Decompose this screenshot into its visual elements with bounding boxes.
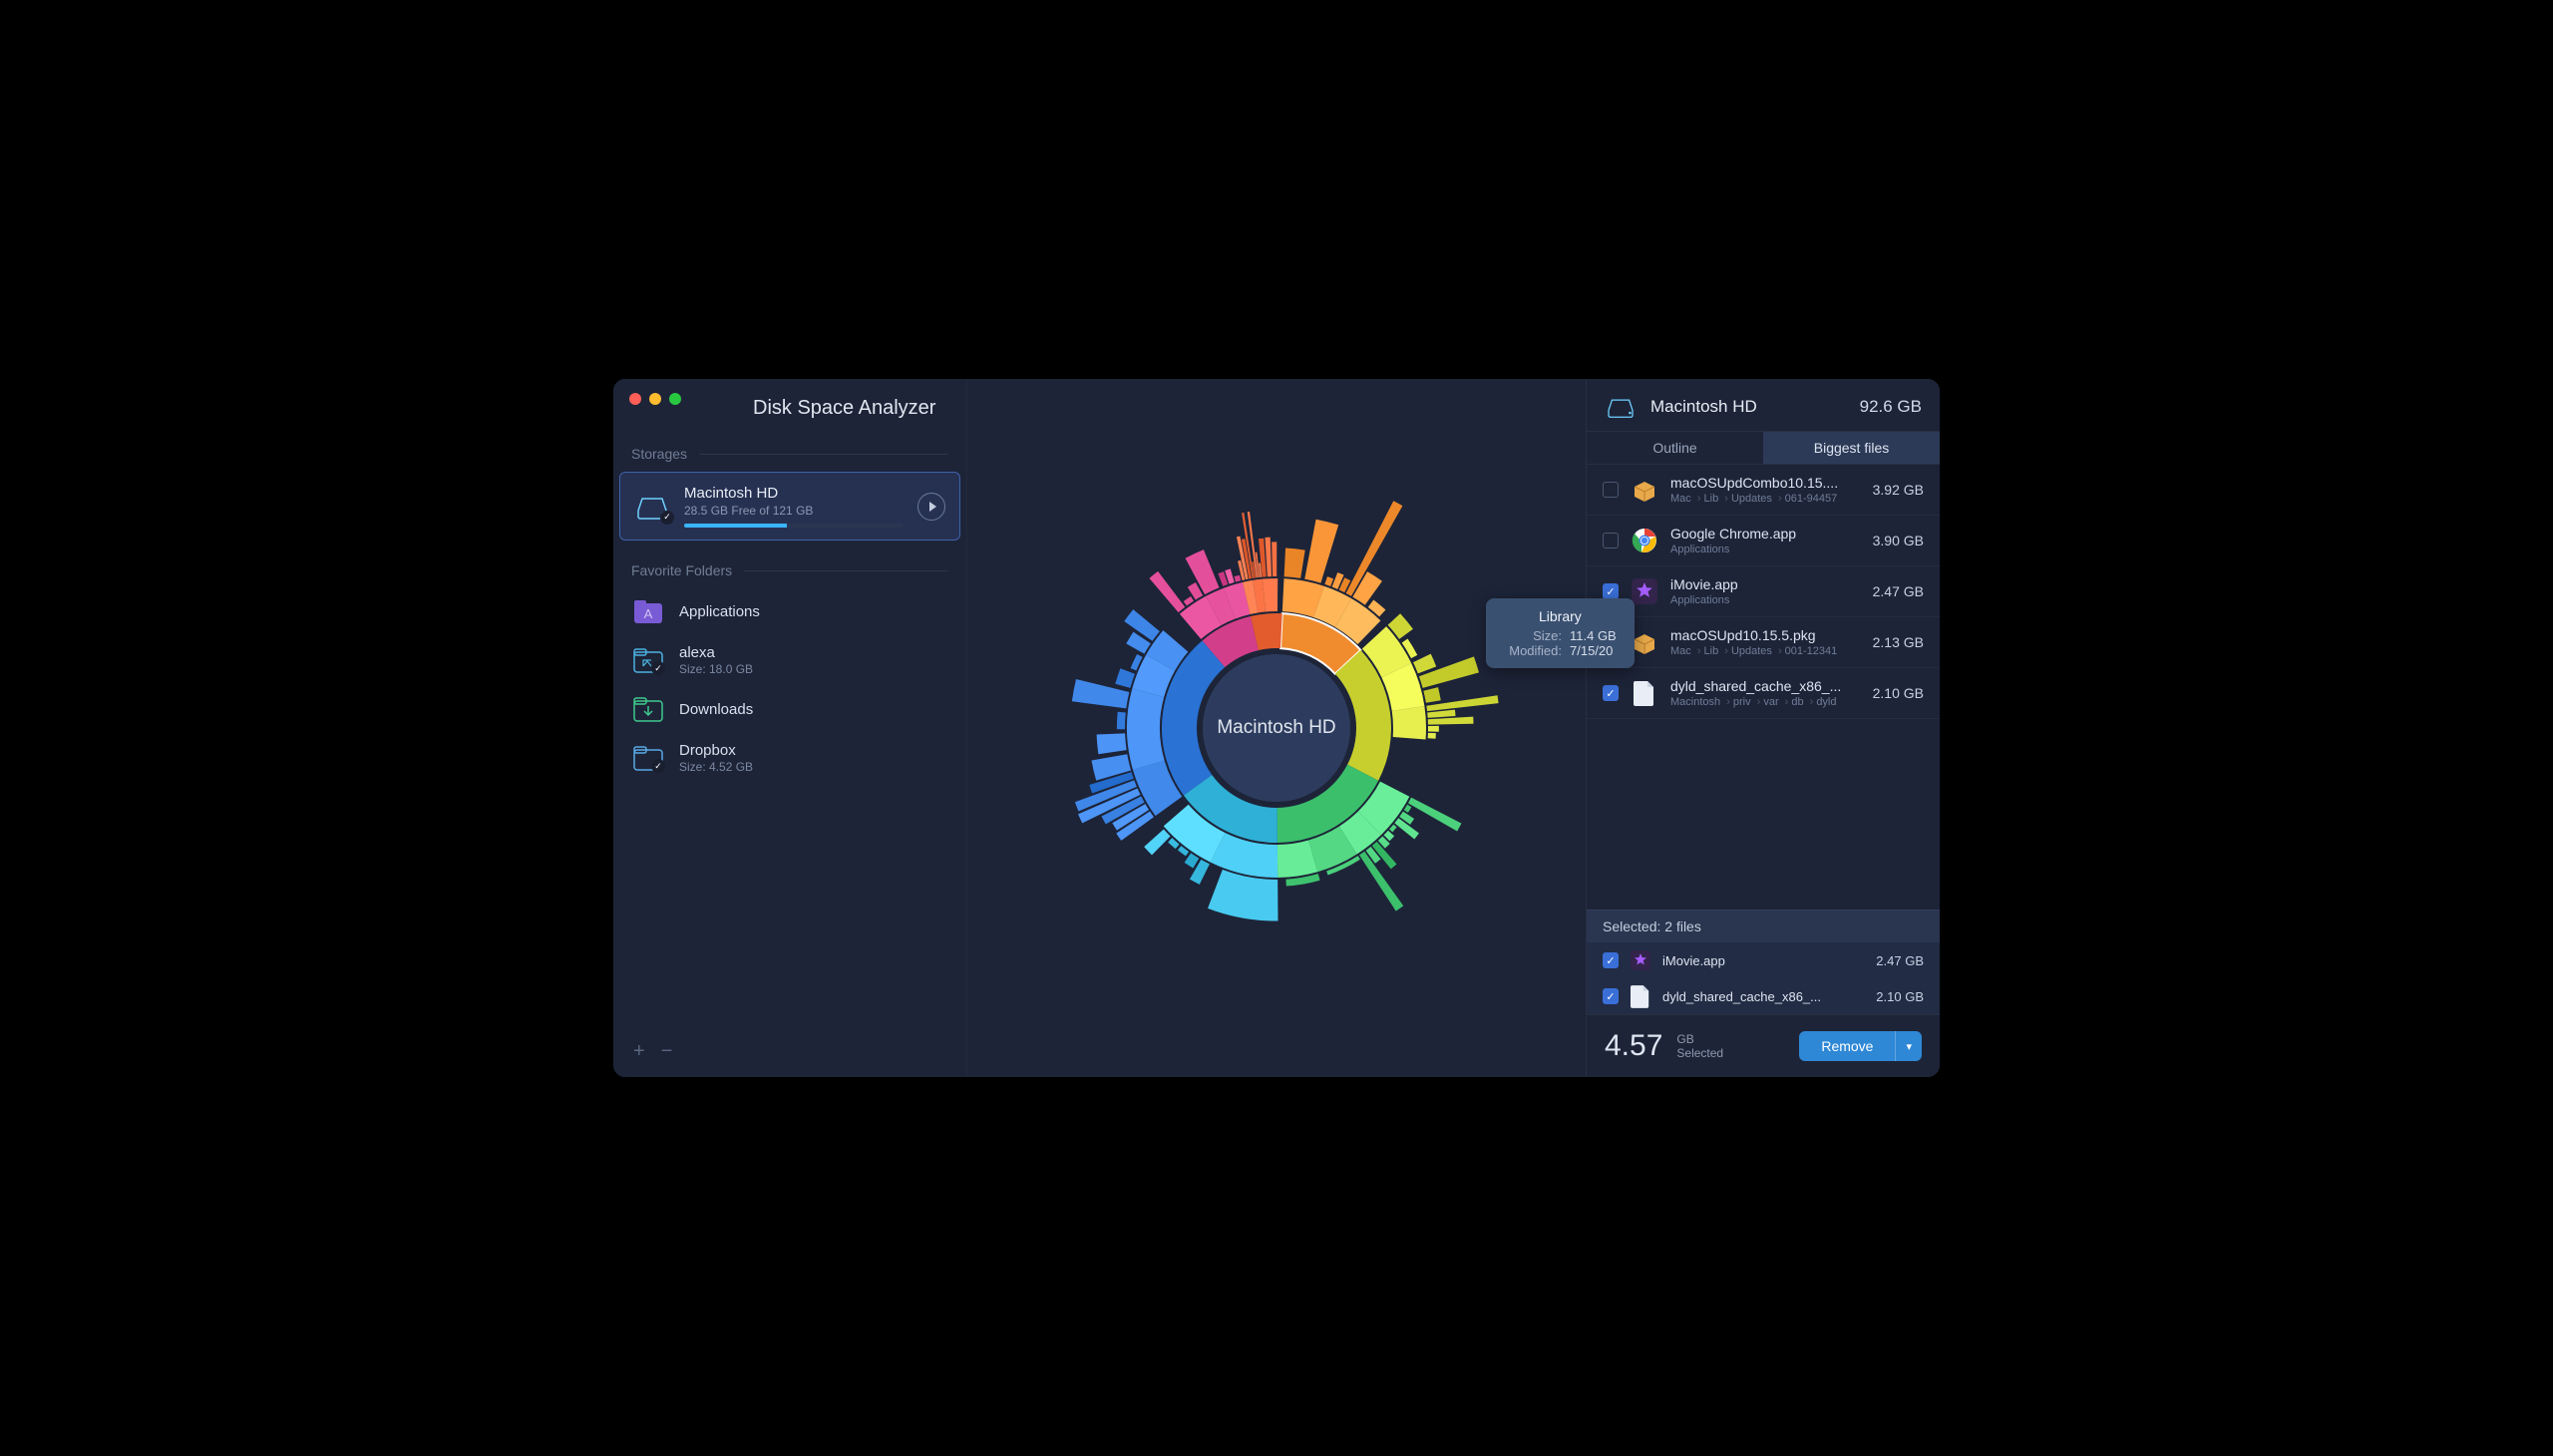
window-controls bbox=[629, 393, 681, 405]
tab-outline[interactable]: Outline bbox=[1587, 432, 1763, 464]
storage-usage-bar bbox=[684, 524, 904, 528]
add-favorite-button[interactable]: + bbox=[633, 1040, 645, 1063]
remove-button-group: Remove ▾ bbox=[1799, 1031, 1922, 1061]
remove-button[interactable]: Remove bbox=[1799, 1031, 1895, 1061]
app-window: Disk Space Analyzer Storages Macintosh H… bbox=[613, 379, 1940, 1077]
remove-favorite-button[interactable]: − bbox=[661, 1040, 673, 1063]
chart-area: Macintosh HD Library Size: 11.4 GB Modif… bbox=[967, 379, 1586, 1077]
favorite-name: Dropbox bbox=[679, 742, 753, 759]
folder-icon bbox=[633, 647, 663, 673]
chrome-icon bbox=[1631, 527, 1658, 554]
right-panel: Macintosh HD 92.6 GB Outline Biggest fil… bbox=[1586, 379, 1940, 1077]
imovie-icon bbox=[1631, 577, 1658, 605]
selected-total-size: 4.57 bbox=[1605, 1029, 1662, 1063]
favorite-name: alexa bbox=[679, 644, 753, 661]
file-name: dyld_shared_cache_x86_... bbox=[1662, 989, 1864, 1004]
favorite-item[interactable]: A Applications bbox=[613, 588, 966, 634]
file-path: Applications bbox=[1670, 544, 1861, 555]
file-row[interactable]: iMovie.app Applications 2.47 GB bbox=[1587, 566, 1940, 617]
file-checkbox[interactable] bbox=[1603, 988, 1619, 1004]
file-checkbox[interactable] bbox=[1603, 685, 1619, 701]
favorite-size: Size: 18.0 GB bbox=[679, 662, 753, 676]
svg-text:A: A bbox=[644, 606, 653, 621]
favorite-item[interactable]: alexa Size: 18.0 GB bbox=[613, 634, 966, 686]
storages-label: Storages bbox=[613, 436, 966, 472]
favorite-item[interactable]: Dropbox Size: 4.52 GB bbox=[613, 732, 966, 784]
file-path: Applications bbox=[1670, 594, 1861, 606]
tooltip-mod-label: Modified: bbox=[1504, 643, 1562, 658]
tooltip-title: Library bbox=[1504, 608, 1617, 624]
file-checkbox[interactable] bbox=[1603, 482, 1619, 498]
favorite-item[interactable]: Downloads bbox=[613, 686, 966, 732]
close-window-icon[interactable] bbox=[629, 393, 641, 405]
file-name: macOSUpd10.15.5.pkg bbox=[1670, 627, 1861, 643]
zoom-window-icon[interactable] bbox=[669, 393, 681, 405]
tooltip-size-label: Size: bbox=[1504, 628, 1562, 643]
storage-name: Macintosh HD bbox=[684, 485, 904, 502]
package-icon bbox=[1631, 628, 1658, 656]
sidebar: Disk Space Analyzer Storages Macintosh H… bbox=[613, 379, 967, 1077]
favorite-name: Applications bbox=[679, 603, 760, 620]
selected-label: Selected bbox=[1676, 1046, 1723, 1060]
chart-tooltip: Library Size: 11.4 GB Modified: 7/15/20 bbox=[1486, 598, 1635, 668]
file-name: iMovie.app bbox=[1662, 953, 1864, 968]
tab-biggest-files[interactable]: Biggest files bbox=[1763, 432, 1940, 464]
sunburst-chart[interactable]: Macintosh HD bbox=[997, 449, 1556, 1007]
file-path: Mac ›Lib ›Updates ›001-12341 bbox=[1670, 645, 1861, 657]
check-badge-icon bbox=[651, 759, 665, 773]
file-size: 2.13 GB bbox=[1873, 634, 1924, 650]
file-icon bbox=[1631, 679, 1658, 707]
file-size: 2.47 GB bbox=[1876, 953, 1924, 968]
selected-total-unit: GB bbox=[1676, 1032, 1723, 1046]
file-path: Mac ›Lib ›Updates ›061-94457 bbox=[1670, 493, 1861, 505]
file-checkbox[interactable] bbox=[1603, 533, 1619, 548]
file-path: Macintosh ›priv ›var ›db ›dyld bbox=[1670, 696, 1861, 708]
scan-button[interactable] bbox=[917, 493, 945, 521]
right-footer: 4.57 GB Selected Remove ▾ bbox=[1587, 1014, 1940, 1077]
file-name: macOSUpdCombo10.15.... bbox=[1670, 475, 1861, 491]
file-size: 3.90 GB bbox=[1873, 533, 1924, 548]
file-row[interactable]: dyld_shared_cache_x86_... Macintosh ›pri… bbox=[1587, 668, 1940, 719]
remove-dropdown-button[interactable]: ▾ bbox=[1895, 1031, 1922, 1061]
right-volume-name: Macintosh HD bbox=[1650, 397, 1846, 417]
file-size: 2.10 GB bbox=[1873, 685, 1924, 701]
file-checkbox[interactable] bbox=[1603, 583, 1619, 599]
imovie-icon bbox=[1631, 950, 1650, 970]
package-icon bbox=[1631, 476, 1658, 504]
folder-icon: A bbox=[633, 598, 663, 624]
file-list: macOSUpdCombo10.15.... Mac ›Lib ›Updates… bbox=[1587, 465, 1940, 910]
minimize-window-icon[interactable] bbox=[649, 393, 661, 405]
file-name: dyld_shared_cache_x86_... bbox=[1670, 678, 1861, 694]
tooltip-mod-value: 7/15/20 bbox=[1570, 643, 1613, 658]
file-icon bbox=[1631, 986, 1650, 1006]
file-size: 3.92 GB bbox=[1873, 482, 1924, 498]
tooltip-size-value: 11.4 GB bbox=[1570, 628, 1617, 643]
right-header: Macintosh HD 92.6 GB bbox=[1587, 379, 1940, 431]
check-badge-icon bbox=[651, 661, 665, 675]
tabs: Outline Biggest files bbox=[1587, 431, 1940, 465]
file-row[interactable]: macOSUpdCombo10.15.... Mac ›Lib ›Updates… bbox=[1587, 465, 1940, 516]
file-row[interactable]: Google Chrome.app Applications 3.90 GB bbox=[1587, 516, 1940, 566]
folder-icon bbox=[633, 696, 663, 722]
selected-row[interactable]: dyld_shared_cache_x86_... 2.10 GB bbox=[1587, 978, 1940, 1014]
favorites-label: Favorite Folders bbox=[613, 552, 966, 588]
disk-icon bbox=[634, 493, 670, 521]
storage-subtitle: 28.5 GB Free of 121 GB bbox=[684, 504, 904, 518]
check-badge-icon bbox=[660, 511, 674, 525]
storage-card[interactable]: Macintosh HD 28.5 GB Free of 121 GB bbox=[619, 472, 960, 541]
file-size: 2.47 GB bbox=[1873, 583, 1924, 599]
chart-center-label: Macintosh HD bbox=[1217, 717, 1335, 739]
file-name: Google Chrome.app bbox=[1670, 526, 1861, 542]
folder-icon bbox=[633, 745, 663, 771]
file-name: iMovie.app bbox=[1670, 576, 1861, 592]
right-volume-size: 92.6 GB bbox=[1860, 397, 1922, 417]
file-size: 2.10 GB bbox=[1876, 989, 1924, 1004]
file-checkbox[interactable] bbox=[1603, 952, 1619, 968]
favorite-name: Downloads bbox=[679, 701, 753, 718]
disk-icon bbox=[1605, 395, 1637, 419]
favorite-size: Size: 4.52 GB bbox=[679, 760, 753, 774]
selected-header: Selected: 2 files bbox=[1587, 910, 1940, 942]
selected-row[interactable]: iMovie.app 2.47 GB bbox=[1587, 942, 1940, 978]
file-row[interactable]: macOSUpd10.15.5.pkg Mac ›Lib ›Updates ›0… bbox=[1587, 617, 1940, 668]
